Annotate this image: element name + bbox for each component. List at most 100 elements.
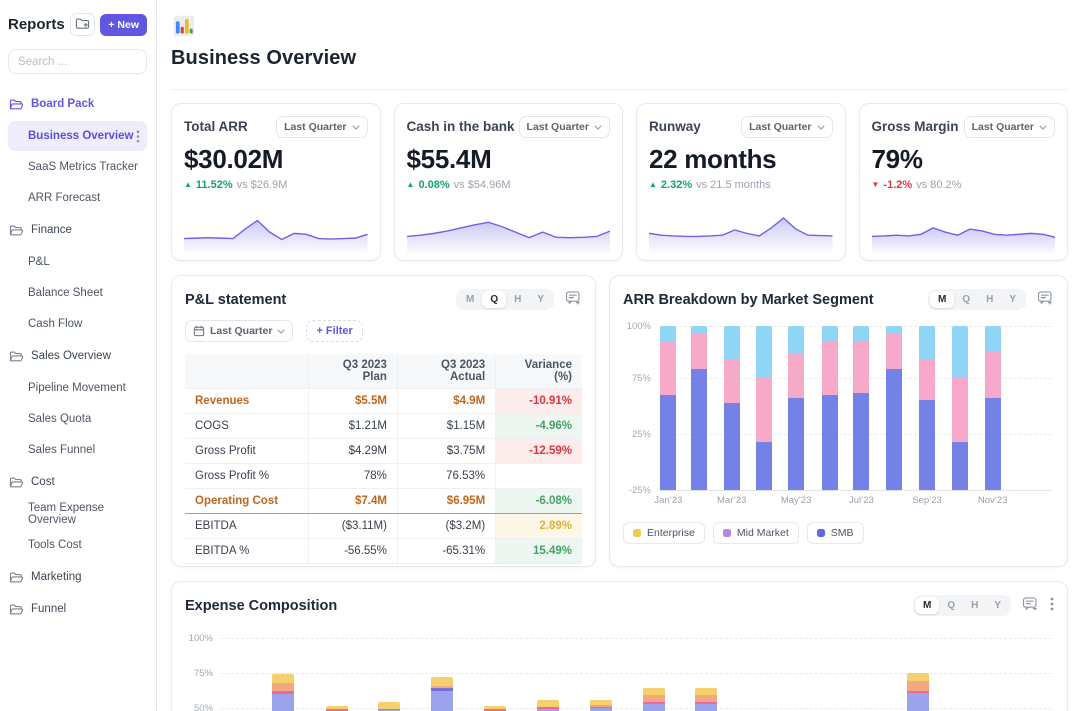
sidebar-item-p-l[interactable]: P&L xyxy=(8,247,147,277)
pnl-tools: MQHY xyxy=(456,289,582,310)
y-axis-tick: 75% xyxy=(185,668,213,679)
page-header: Business Overview xyxy=(171,0,1068,90)
legend-item-enterprise[interactable]: Enterprise xyxy=(623,522,705,544)
kpi-title: Cash in the bank xyxy=(407,116,515,134)
legend-item-smb[interactable]: SMB xyxy=(807,522,864,544)
sidebar-folder-sales-overview[interactable]: Sales Overview xyxy=(8,340,147,372)
y-axis-tick: 100% xyxy=(185,633,213,644)
search-input[interactable] xyxy=(8,49,147,74)
arr-segment-mid-market xyxy=(919,359,935,400)
arr-segment-enterprise xyxy=(985,326,1001,352)
sidebar-item-team-expense-overview[interactable]: Team Expense Overview xyxy=(8,499,147,529)
arr-segment-enterprise xyxy=(952,326,968,377)
sidebar-item-pipeline-movement[interactable]: Pipeline Movement xyxy=(8,373,147,403)
pnl-row-cogs: COGS$1.21M$1.15M-4.96% xyxy=(185,414,582,439)
kpi-compare-value: vs $54.96M xyxy=(454,179,511,191)
sidebar-item-label: Business Overview xyxy=(28,130,133,142)
sidebar-item-label: Sales Funnel xyxy=(28,444,95,456)
folder-open-icon xyxy=(9,603,24,616)
pnl-filter-button[interactable]: + Filter xyxy=(306,320,362,342)
arr-segment-smb xyxy=(724,403,740,490)
sidebar-item-business-overview[interactable]: Business Overview xyxy=(8,121,147,151)
pnl-granularity-y[interactable]: Y xyxy=(529,291,552,308)
kpi-period-dropdown[interactable]: Last Quarter xyxy=(276,116,367,138)
kpi-value: $30.02M xyxy=(184,144,368,175)
kpi-card-total-arr: Total ARRLast Quarter$30.02M▲11.52%vs $2… xyxy=(171,103,381,261)
triangle-up-icon: ▲ xyxy=(184,181,192,189)
pnl-cell-plan: $5.5M xyxy=(308,389,397,414)
kebab-menu-icon xyxy=(1050,597,1054,614)
kpi-card-cash-in-the-bank: Cash in the bankLast Quarter$55.4M▲0.08%… xyxy=(394,103,623,261)
kpi-period-label: Last Quarter xyxy=(972,121,1034,133)
sidebar-item-arr-forecast[interactable]: ARR Forecast xyxy=(8,183,147,213)
arr-breakdown-card: ARR Breakdown by Market Segment MQHY 100… xyxy=(609,275,1068,567)
y-axis-tick: -25% xyxy=(623,485,651,496)
sidebar-folder-finance[interactable]: Finance xyxy=(8,214,147,246)
pnl-cell-variance: -6.08% xyxy=(496,489,582,514)
y-axis-tick: 25% xyxy=(623,429,651,440)
expense-bar-1 xyxy=(326,706,348,711)
new-folder-button[interactable] xyxy=(70,13,96,36)
kpi-delta-value: 2.32% xyxy=(661,179,692,191)
kpi-compare-value: vs $26.9M xyxy=(237,179,288,191)
expense-more-button[interactable] xyxy=(1050,597,1054,614)
pnl-granularity-m[interactable]: M xyxy=(458,291,482,308)
kpi-card-header: Cash in the bankLast Quarter xyxy=(407,116,610,138)
pnl-cell-actual: -65.31% xyxy=(397,539,495,564)
expense-bar-8 xyxy=(695,688,717,711)
arr-header: ARR Breakdown by Market Segment MQHY xyxy=(623,289,1054,310)
kebab-menu-icon[interactable] xyxy=(136,130,140,143)
arr-comment-button[interactable] xyxy=(1037,290,1054,309)
expense-granularity-h[interactable]: H xyxy=(963,597,986,614)
sidebar-item-cash-flow[interactable]: Cash Flow xyxy=(8,309,147,339)
new-report-button[interactable]: + New xyxy=(100,14,147,36)
app: Reports + New Board PackBusiness Overvie… xyxy=(0,0,1080,711)
arr-chart: 100%75%25%-25% xyxy=(623,326,1054,490)
arr-granularity-control: MQHY xyxy=(928,289,1026,310)
arr-segment-mid-market xyxy=(952,377,968,443)
kpi-period-dropdown[interactable]: Last Quarter xyxy=(519,116,610,138)
expense-segment-periwinkle xyxy=(272,694,294,711)
kpi-row: Total ARRLast Quarter$30.02M▲11.52%vs $2… xyxy=(171,103,1068,261)
sidebar-item-balance-sheet[interactable]: Balance Sheet xyxy=(8,278,147,308)
expense-granularity-y[interactable]: Y xyxy=(986,597,1009,614)
sidebar-folder-funnel[interactable]: Funnel xyxy=(8,593,147,625)
pnl-period-dropdown[interactable]: Last Quarter xyxy=(185,320,293,342)
arr-granularity-y[interactable]: Y xyxy=(1001,291,1024,308)
arr-granularity-q[interactable]: Q xyxy=(954,291,978,308)
arr-segment-smb xyxy=(985,398,1001,490)
sidebar-folder-cost[interactable]: Cost xyxy=(8,466,147,498)
sidebar-folder-marketing[interactable]: Marketing xyxy=(8,561,147,593)
arr-bar-8 xyxy=(919,326,935,490)
expense-comment-button[interactable] xyxy=(1022,596,1039,615)
arr-granularity-h[interactable]: H xyxy=(978,291,1001,308)
sidebar-folder-board-pack[interactable]: Board Pack xyxy=(8,88,147,120)
kpi-sparkline xyxy=(184,207,368,253)
kpi-period-dropdown[interactable]: Last Quarter xyxy=(741,116,832,138)
kpi-period-dropdown[interactable]: Last Quarter xyxy=(964,116,1055,138)
expense-plot-area xyxy=(221,624,1052,711)
sidebar-item-sales-quota[interactable]: Sales Quota xyxy=(8,404,147,434)
kpi-delta-value: -1.2% xyxy=(883,179,912,191)
arr-bar-5 xyxy=(822,326,838,490)
expense-segment-yellow xyxy=(431,677,453,685)
gridline xyxy=(659,490,1052,491)
sidebar-item-saas-metrics-tracker[interactable]: SaaS Metrics Tracker xyxy=(8,152,147,182)
sidebar-item-sales-funnel[interactable]: Sales Funnel xyxy=(8,435,147,465)
legend-item-mid-market[interactable]: Mid Market xyxy=(713,522,799,544)
pnl-row-gross-profit: Gross Profit %78%76.53% xyxy=(185,464,582,489)
pnl-comment-button[interactable] xyxy=(565,290,582,309)
pnl-cell-label: EBITDA % xyxy=(185,539,308,564)
expense-granularity-m[interactable]: M xyxy=(915,597,939,614)
arr-granularity-m[interactable]: M xyxy=(930,291,954,308)
pnl-granularity-q[interactable]: Q xyxy=(482,291,506,308)
pnl-granularity-h[interactable]: H xyxy=(506,291,529,308)
pnl-cell-plan: $7.4M xyxy=(308,489,397,514)
sidebar-item-tools-cost[interactable]: Tools Cost xyxy=(8,530,147,560)
pnl-cell-plan: $4.29M xyxy=(308,439,397,464)
sidebar: Reports + New Board PackBusiness Overvie… xyxy=(0,0,157,711)
expense-granularity-control: MQHY xyxy=(913,595,1011,616)
arr-segment-smb xyxy=(822,395,838,490)
sidebar-item-label: ARR Forecast xyxy=(28,192,100,204)
expense-granularity-q[interactable]: Q xyxy=(939,597,963,614)
